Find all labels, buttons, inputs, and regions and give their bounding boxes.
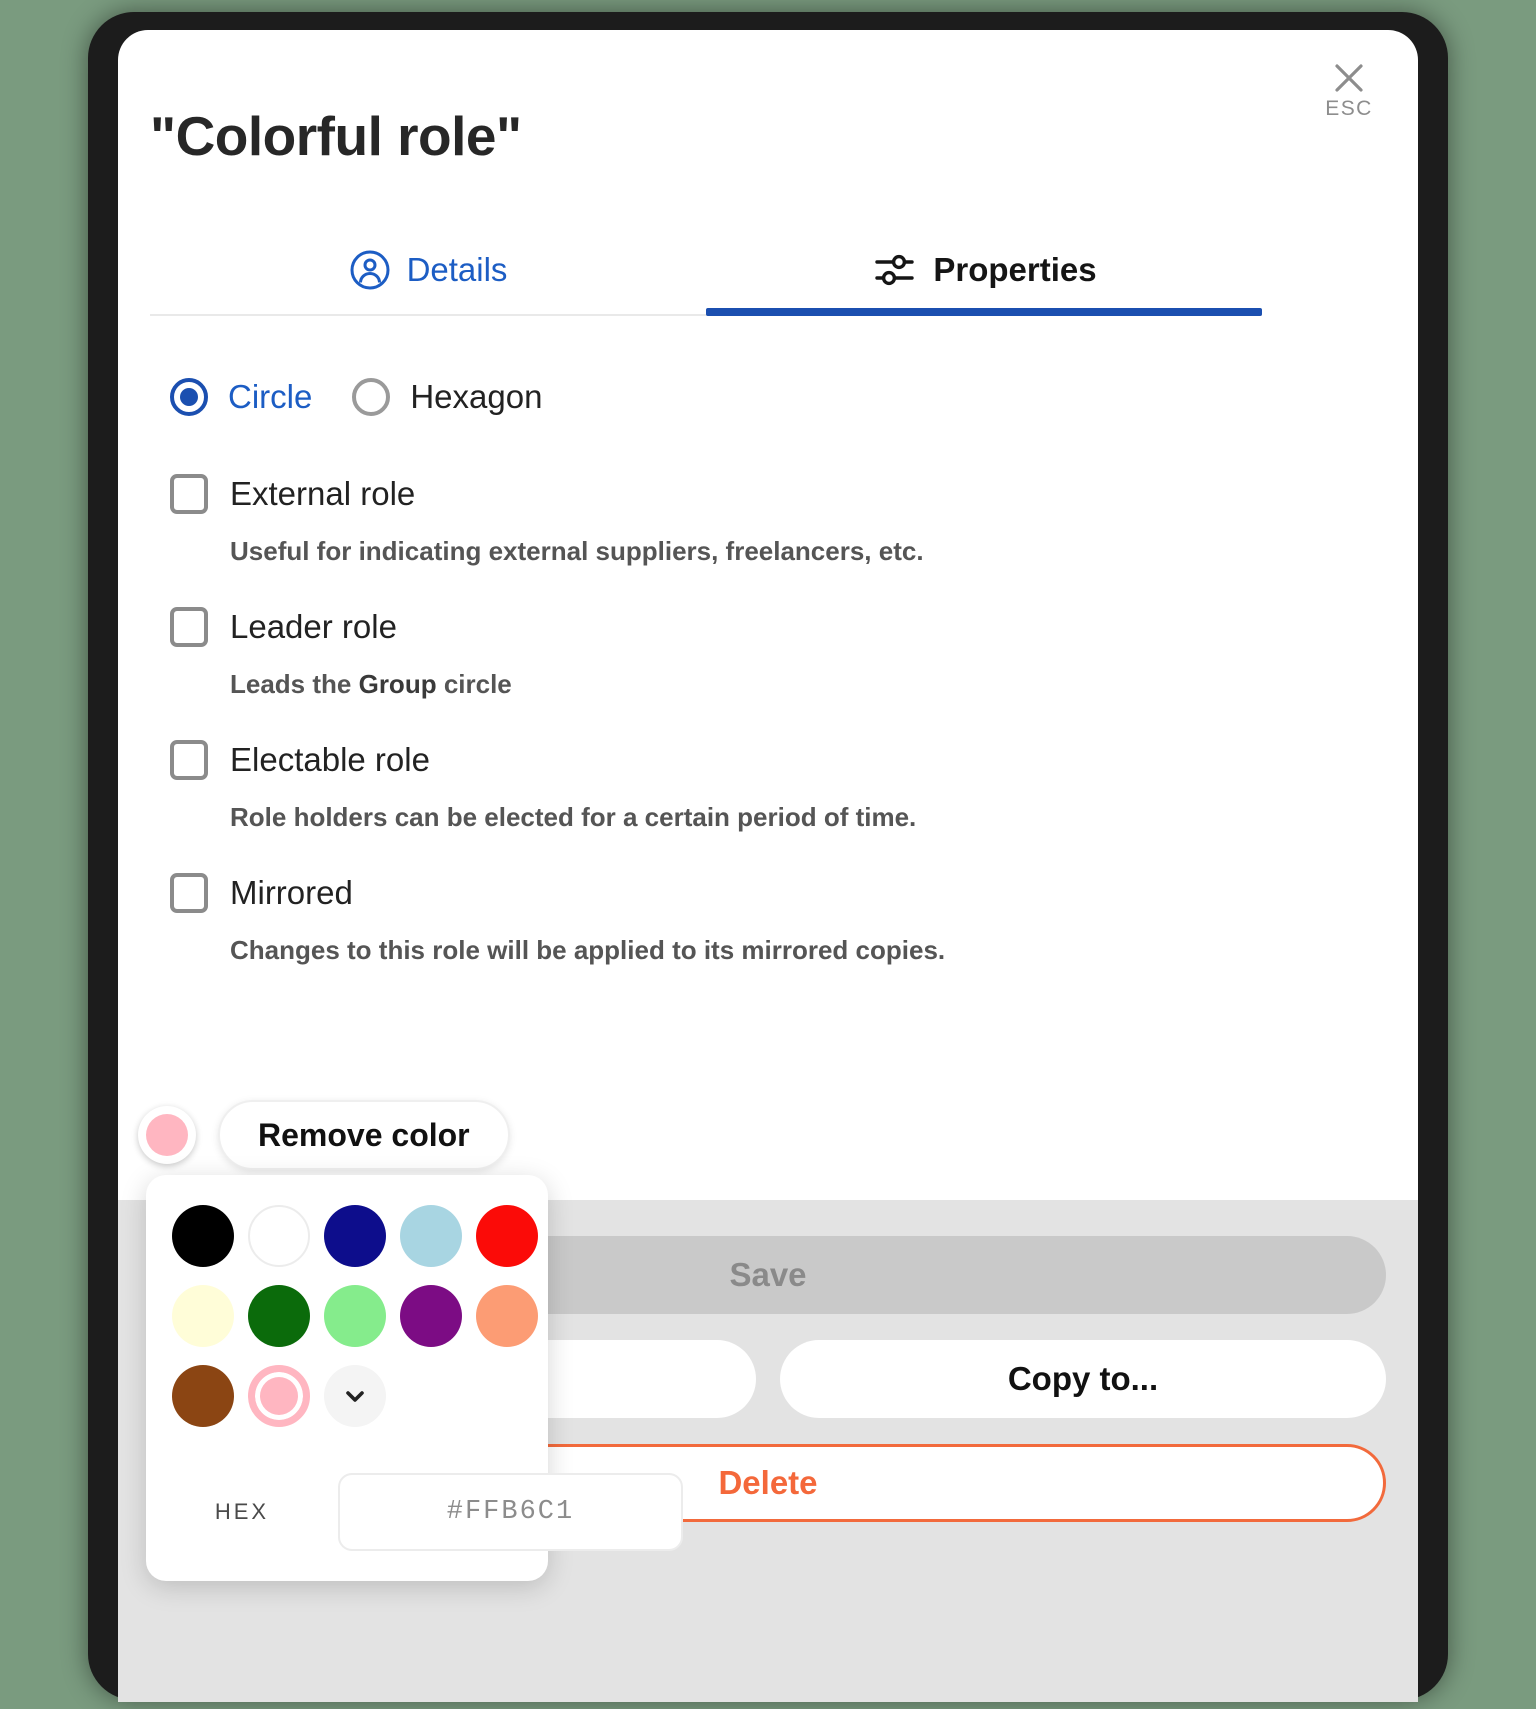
help-leader-role: Leads the Group circle bbox=[230, 669, 1320, 700]
checkbox-external-role-label: External role bbox=[230, 475, 416, 512]
more-colors-button[interactable] bbox=[324, 1365, 386, 1427]
tab-details-label: Details bbox=[406, 251, 508, 288]
tab-details[interactable]: Details bbox=[150, 226, 706, 314]
help-leader-bold: Group bbox=[358, 669, 437, 699]
current-color-dot bbox=[146, 1114, 188, 1156]
color-swatch-brown[interactable] bbox=[172, 1365, 234, 1427]
help-electable-role: Role holders can be elected for a certai… bbox=[230, 802, 917, 832]
checkbox-electable-role[interactable]: Electable role bbox=[170, 740, 1320, 780]
radio-circle[interactable]: Circle bbox=[170, 378, 312, 416]
radio-hexagon-indicator bbox=[352, 378, 391, 416]
help-leader-prefix: Leads the bbox=[230, 669, 359, 699]
radio-hexagon[interactable]: Hexagon bbox=[352, 378, 542, 416]
checkbox-electable-role-label: Electable role bbox=[230, 741, 430, 778]
checkbox-electable-role-box bbox=[170, 740, 208, 780]
color-control-row: Remove color bbox=[138, 1100, 510, 1170]
sliders-icon bbox=[875, 254, 915, 286]
color-swatch-grid bbox=[172, 1205, 538, 1427]
color-swatch-red[interactable] bbox=[476, 1205, 538, 1267]
page-title: "Colorful role" bbox=[150, 105, 522, 167]
option-leader-role: Leader role Leads the Group circle bbox=[150, 607, 1320, 700]
close-button[interactable]: ESC bbox=[1312, 60, 1386, 121]
modal-dialog: ESC "Colorful role" Details Properties C… bbox=[118, 30, 1418, 1702]
color-swatch-light-green[interactable] bbox=[324, 1285, 386, 1347]
color-picker-popover: HEX bbox=[146, 1175, 683, 1581]
checkbox-leader-role-box bbox=[170, 607, 208, 647]
device-frame: ESC "Colorful role" Details Properties C… bbox=[88, 12, 1448, 1702]
checkbox-leader-role[interactable]: Leader role bbox=[170, 607, 1320, 647]
shape-radio-group: Circle Hexagon bbox=[150, 360, 1320, 434]
help-leader-suffix: circle bbox=[436, 669, 512, 699]
color-swatch-navy[interactable] bbox=[324, 1205, 386, 1267]
properties-form: Circle Hexagon External role Useful for … bbox=[150, 360, 1320, 966]
current-color-swatch-button[interactable] bbox=[138, 1106, 196, 1164]
tab-properties[interactable]: Properties bbox=[706, 226, 1262, 316]
close-icon bbox=[1335, 64, 1363, 92]
radio-circle-label: Circle bbox=[228, 378, 313, 415]
radio-hexagon-label: Hexagon bbox=[410, 378, 543, 415]
close-shortcut-label: ESC bbox=[1325, 97, 1373, 120]
remove-color-button[interactable]: Remove color bbox=[218, 1100, 510, 1170]
checkbox-external-role-box bbox=[170, 474, 208, 514]
color-swatch-purple[interactable] bbox=[400, 1285, 462, 1347]
chevron-down-icon bbox=[346, 1391, 364, 1402]
option-mirrored: Mirrored Changes to this role will be ap… bbox=[150, 873, 1320, 966]
option-external-role: External role Useful for indicating exte… bbox=[150, 474, 1320, 567]
color-swatch-ivory[interactable] bbox=[172, 1285, 234, 1347]
checkbox-mirrored-label: Mirrored bbox=[230, 874, 353, 911]
checkbox-mirrored[interactable]: Mirrored bbox=[170, 873, 1320, 913]
copy-to-button[interactable]: Copy to... bbox=[780, 1340, 1386, 1418]
color-swatch-white[interactable] bbox=[248, 1205, 310, 1267]
user-circle-icon bbox=[350, 250, 390, 290]
tab-bar: Details Properties bbox=[150, 226, 1262, 316]
color-swatch-light-blue[interactable] bbox=[400, 1205, 462, 1267]
tab-properties-label: Properties bbox=[933, 251, 1097, 288]
hex-input-row: HEX bbox=[172, 1457, 683, 1581]
checkbox-mirrored-box bbox=[170, 873, 208, 913]
color-swatch-light-salmon[interactable] bbox=[476, 1285, 538, 1347]
color-swatch-black[interactable] bbox=[172, 1205, 234, 1267]
color-swatch-dark-green[interactable] bbox=[248, 1285, 310, 1347]
checkbox-leader-role-label: Leader role bbox=[230, 608, 397, 645]
color-swatch-pink[interactable] bbox=[248, 1365, 310, 1427]
radio-circle-indicator bbox=[170, 378, 208, 416]
hex-input[interactable] bbox=[338, 1473, 683, 1551]
checkbox-external-role[interactable]: External role bbox=[170, 474, 1320, 514]
help-mirrored: Changes to this role will be applied to … bbox=[230, 935, 946, 965]
help-external-role: Useful for indicating external suppliers… bbox=[230, 536, 924, 566]
option-electable-role: Electable role Role holders can be elect… bbox=[150, 740, 1320, 833]
hex-label: HEX bbox=[214, 1499, 270, 1524]
